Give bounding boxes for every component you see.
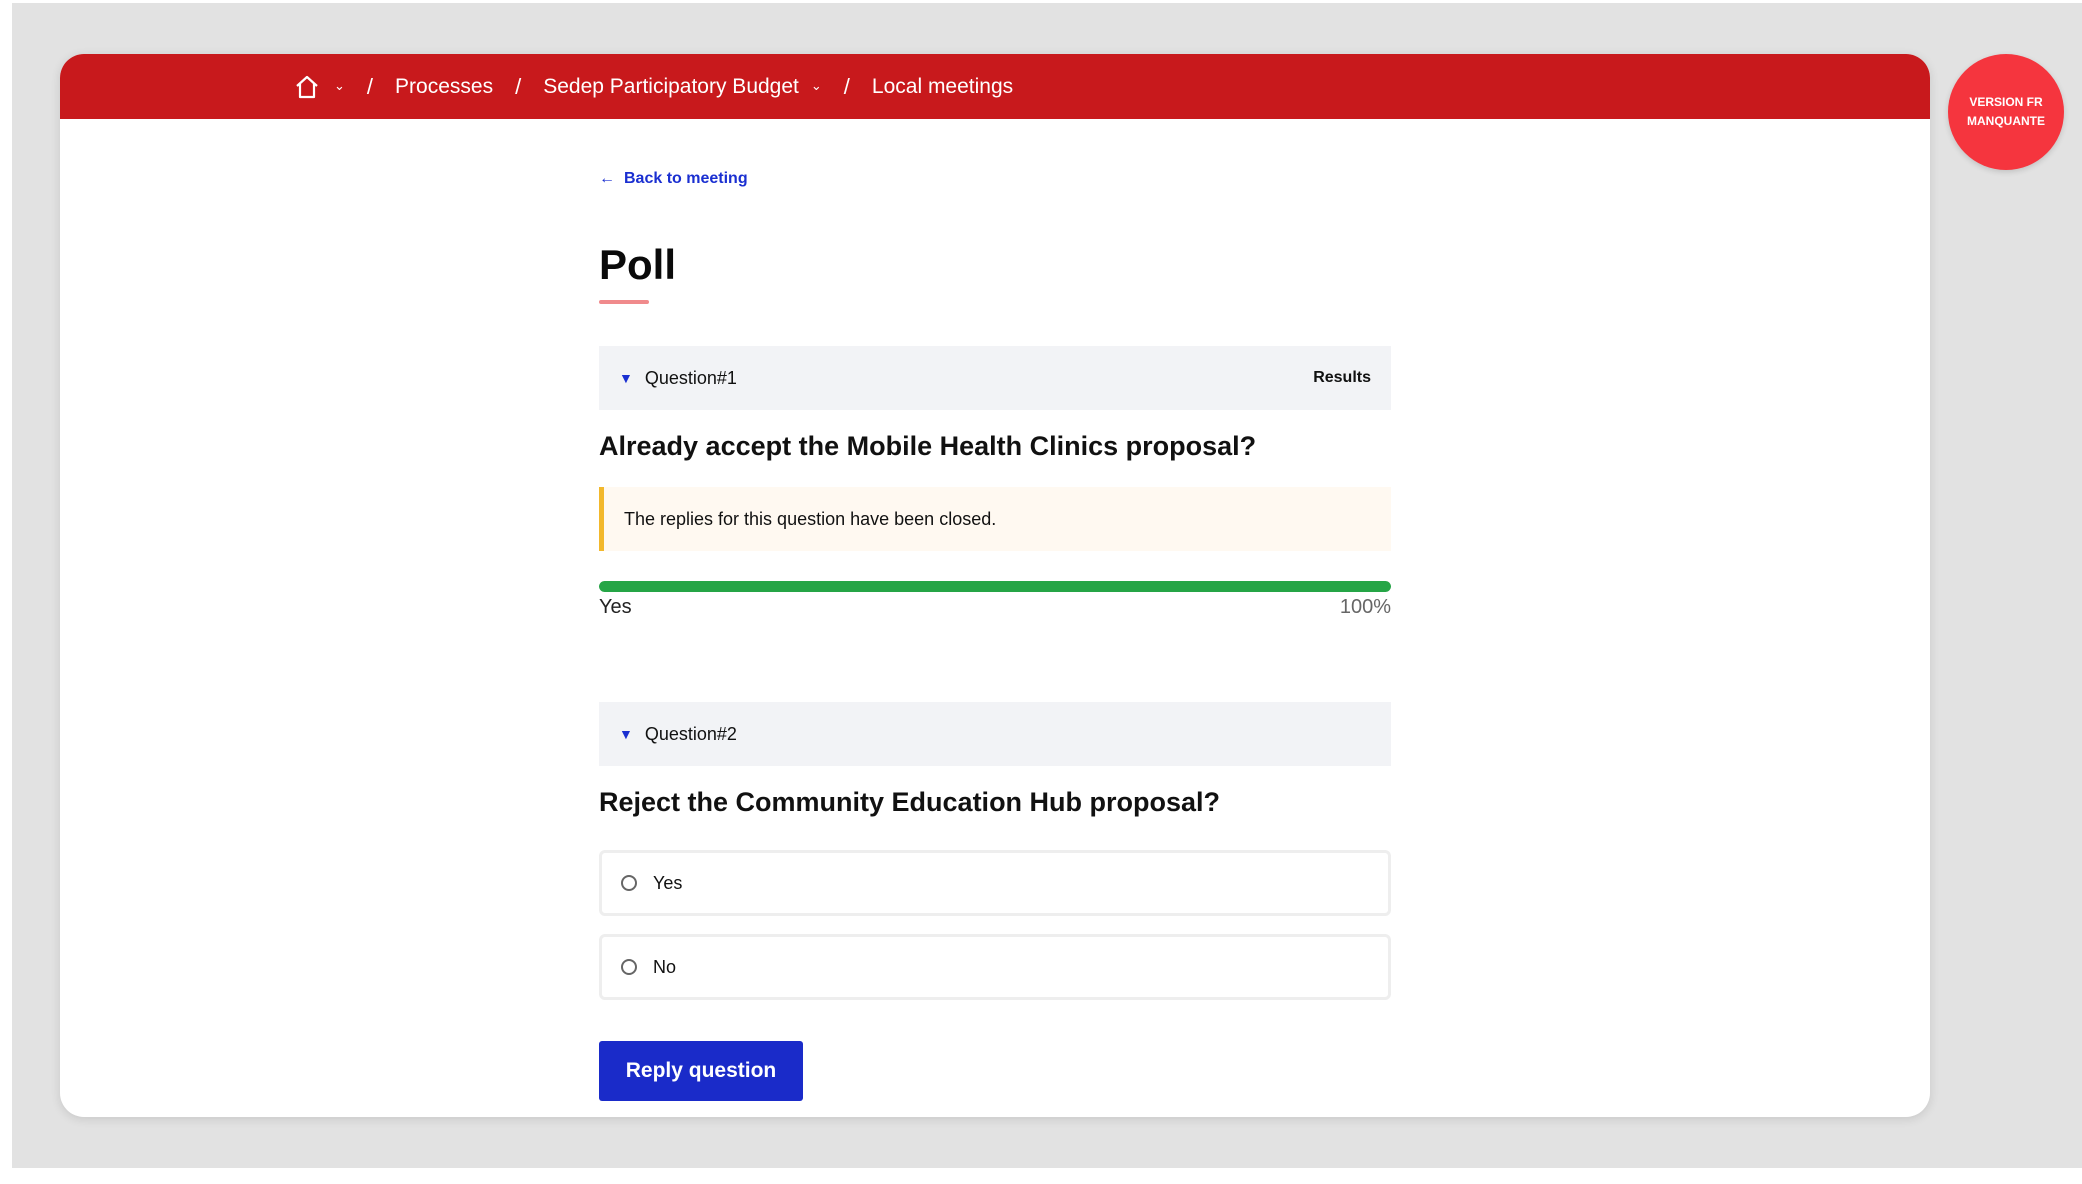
option-label: Yes	[653, 872, 683, 893]
breadcrumb-separator: /	[366, 73, 374, 99]
chevron-down-icon[interactable]: ⌄	[334, 79, 345, 92]
app-window: ⌄ / Processes / Sedep Participatory Budg…	[60, 54, 1930, 1117]
reply-question-button[interactable]: Reply question	[599, 1041, 803, 1101]
option-label: No	[653, 956, 677, 977]
breadcrumb: ⌄ / Processes / Sedep Participatory Budg…	[292, 54, 1013, 119]
closed-notice: The replies for this question have been …	[599, 487, 1391, 551]
arrow-left-icon: ←	[599, 170, 615, 187]
question-2-title: Reject the Community Education Hub propo…	[599, 787, 1221, 817]
back-link-label: Back to meeting	[624, 170, 748, 187]
result-progress-fill	[599, 581, 1391, 592]
question-1-label: Question#1	[644, 367, 737, 388]
radio-button[interactable]	[621, 875, 637, 891]
triangle-down-icon: ▼	[619, 726, 633, 742]
breadcrumb-item-processes[interactable]: Processes	[395, 75, 493, 99]
missing-translation-badge: VERSION FR MANQUANTE	[1948, 54, 2064, 170]
question-1-header[interactable]: ▼ Question#1 Results	[599, 346, 1391, 410]
closed-notice-text: The replies for this question have been …	[624, 508, 997, 529]
home-icon[interactable]	[292, 72, 322, 102]
page-title: Poll	[599, 241, 677, 288]
title-underline	[599, 300, 649, 304]
breadcrumb-separator: /	[515, 73, 522, 99]
question-1-title: Already accept the Mobile Health Clinics…	[599, 431, 1257, 461]
question-2-label: Question#2	[644, 723, 737, 744]
badge-line-1: VERSION FR	[1969, 95, 2043, 109]
question-2-header[interactable]: ▼ Question#2	[599, 702, 1391, 766]
breadcrumb-item-process[interactable]: Sedep Participatory Budget	[543, 75, 799, 99]
results-label: Results	[1313, 369, 1371, 386]
option-yes[interactable]: Yes	[599, 850, 1391, 916]
radio-button[interactable]	[621, 959, 637, 975]
breadcrumb-item-local-meetings[interactable]: Local meetings	[872, 75, 1013, 99]
chevron-down-icon[interactable]: ⌄	[811, 79, 822, 92]
breadcrumb-separator: /	[843, 73, 850, 99]
option-no[interactable]: No	[599, 934, 1391, 1000]
triangle-down-icon: ▼	[619, 370, 633, 386]
top-bar: ⌄ / Processes / Sedep Participatory Budg…	[60, 54, 1930, 119]
result-percent: 100%	[1339, 596, 1391, 618]
back-to-meeting-link[interactable]: ← Back to meeting	[599, 170, 748, 188]
result-progress-bar	[599, 581, 1391, 592]
result-answer-label: Yes	[599, 596, 632, 618]
badge-line-2: MANQUANTE	[1967, 114, 2045, 128]
